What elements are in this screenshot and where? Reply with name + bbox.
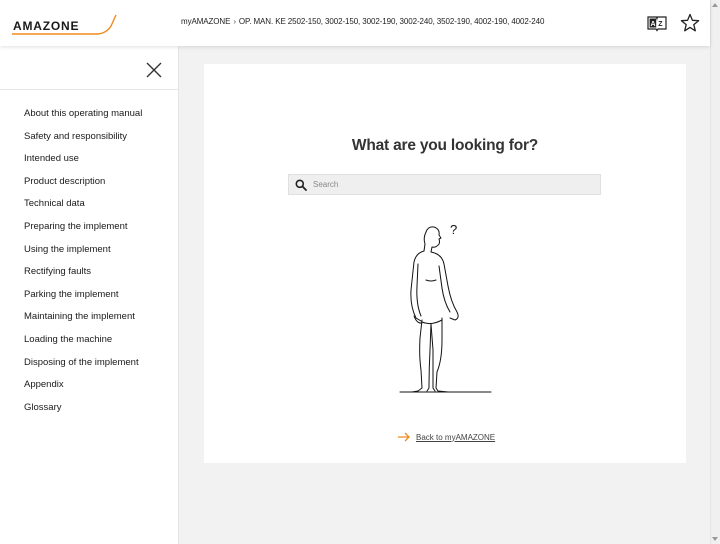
breadcrumb-separator: › <box>233 17 236 26</box>
favorite-button[interactable] <box>679 12 701 34</box>
glossary-icon: A Z <box>647 16 667 32</box>
favorite-star-icon <box>680 13 700 32</box>
top-bar: AMAZONE myAMAZONE › OP. MAN. KE 2502-150, … <box>0 0 710 46</box>
svg-text:Z: Z <box>658 21 663 28</box>
sidebar-item-rectifying-faults[interactable]: Rectifying faults <box>0 266 178 289</box>
sidebar-item-intended-use[interactable]: Intended use <box>0 153 178 176</box>
sidebar-item-product-description[interactable]: Product description <box>0 176 178 199</box>
back-link-label: Back to myAMAZONE <box>416 432 496 442</box>
scroll-down-arrow[interactable] <box>712 537 718 541</box>
search-panel: What are you looking for? Search ? Back … <box>204 64 686 463</box>
breadcrumb-current: OP. MAN. KE 2502-150, 3002-150, 3002-190… <box>238 17 545 26</box>
search-icon <box>289 175 313 194</box>
sidebar-item-appendix[interactable]: Appendix <box>0 379 178 402</box>
sidebar-item-safety[interactable]: Safety and responsibility <box>0 131 178 154</box>
sidebar-item-maintaining[interactable]: Maintaining the implement <box>0 311 178 334</box>
thinking-person-illustration: ? <box>398 220 494 401</box>
sidebar-menu: About this operating manual Safety and r… <box>0 90 178 424</box>
page-title: What are you looking for? <box>351 137 539 154</box>
glossary-button[interactable]: A Z <box>646 12 668 34</box>
amazone-logo[interactable]: AMAZONE <box>10 12 118 38</box>
breadcrumb: myAMAZONE › OP. MAN. KE 2502-150, 3002-150… <box>181 17 544 26</box>
sidebar-item-using[interactable]: Using the implement <box>0 244 178 267</box>
sidebar-item-preparing[interactable]: Preparing the implement <box>0 221 178 244</box>
sidebar-item-glossary[interactable]: Glossary <box>0 402 178 425</box>
sidebar-header <box>0 46 178 90</box>
sidebar-item-disposing[interactable]: Disposing of the implement <box>0 357 178 380</box>
question-mark: ? <box>450 222 457 237</box>
sidebar-item-loading[interactable]: Loading the machine <box>0 334 178 357</box>
sidebar-item-parking[interactable]: Parking the implement <box>0 289 178 312</box>
arrow-right-icon <box>398 432 410 442</box>
breadcrumb-home-link[interactable]: myAMAZONE <box>181 17 230 26</box>
vertical-scrollbar[interactable] <box>710 0 720 544</box>
close-icon <box>146 62 162 78</box>
logo-text: AMAZONE <box>13 19 80 33</box>
search-box[interactable] <box>288 174 601 195</box>
close-sidebar-button[interactable] <box>145 61 163 79</box>
sidebar: About this operating manual Safety and r… <box>0 46 179 544</box>
search-input[interactable] <box>313 175 593 194</box>
sidebar-item-technical-data[interactable]: Technical data <box>0 198 178 221</box>
sidebar-item-about-manual[interactable]: About this operating manual <box>0 108 178 131</box>
svg-text:A: A <box>651 21 656 28</box>
scroll-up-arrow[interactable] <box>712 3 718 7</box>
back-to-myamazone-link[interactable]: Back to myAMAZONE <box>397 432 495 442</box>
